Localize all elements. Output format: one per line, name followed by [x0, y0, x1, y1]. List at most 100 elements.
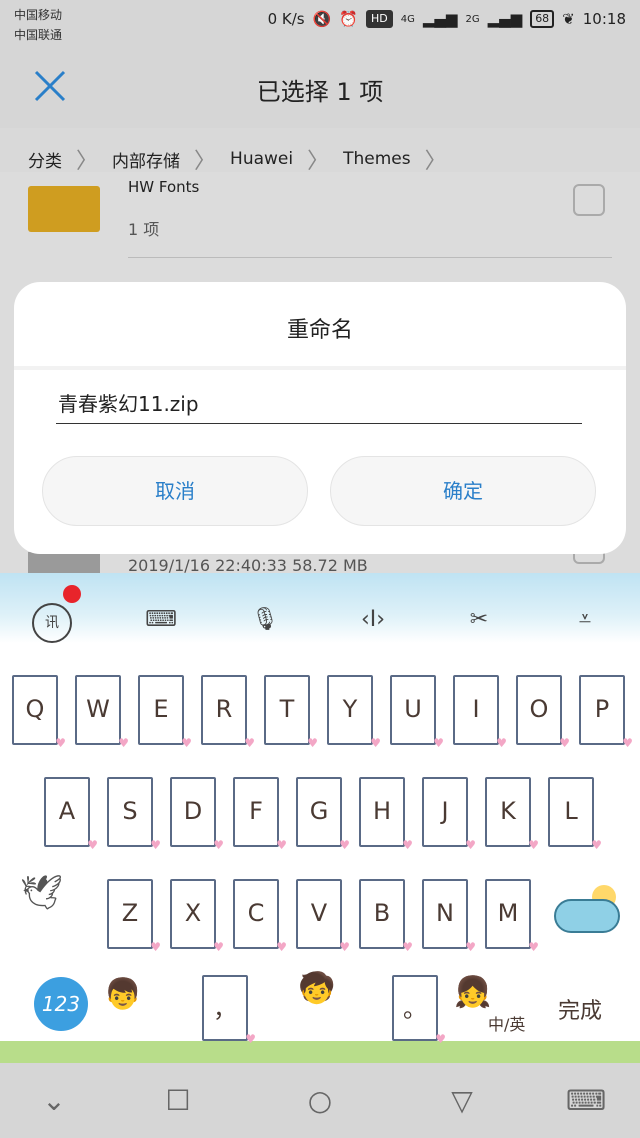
key[interactable]: J ♥ — [422, 777, 476, 851]
breadcrumb-item[interactable]: Themes — [343, 149, 411, 169]
space-kid-icon[interactable]: 🧒 — [298, 971, 335, 1006]
heart-icon: ♥ — [435, 1032, 446, 1046]
key[interactable]: M ♥ — [485, 879, 539, 953]
select-checkbox[interactable] — [573, 184, 605, 216]
keyboard-icon[interactable]: ⌨ — [138, 597, 184, 643]
status-bar: 中国移动 中国联通 0 K/s 🔇 ⏰ HD 4G ▂▄▆ 2G ▂▄▆ 68 … — [0, 0, 640, 48]
key[interactable]: F ♥ — [233, 777, 287, 851]
chevron-right-icon: 〉 — [194, 149, 217, 174]
heart-icon: ♥ — [213, 838, 224, 852]
girl-illustration-icon: 👧 — [454, 975, 492, 1010]
key-label: D — [183, 797, 203, 825]
heart-icon: ♥ — [528, 838, 539, 852]
key[interactable]: C ♥ — [233, 879, 287, 953]
key[interactable]: T ♥ — [264, 675, 318, 749]
key-label: P — [594, 695, 610, 723]
key-label: N — [436, 899, 454, 927]
key[interactable]: X ♥ — [170, 879, 224, 953]
cut-icon[interactable]: ✂ — [456, 597, 502, 643]
kid-illustration-icon: 👦 — [104, 977, 142, 1012]
recent-icon[interactable]: ☐ — [158, 1081, 198, 1121]
key-label: L — [564, 797, 578, 825]
done-key[interactable]: 完成 — [558, 993, 602, 1025]
heart-icon: ♥ — [622, 736, 633, 750]
divider — [14, 366, 626, 370]
key[interactable]: L ♥ — [548, 777, 602, 851]
period-key[interactable]: 。 ♥ — [392, 975, 446, 1045]
number-key[interactable]: 123 — [34, 977, 88, 1031]
clock: 10:18 — [582, 10, 626, 28]
breadcrumb-item[interactable]: Huawei — [230, 149, 293, 169]
heart-icon: ♥ — [402, 940, 413, 954]
key-label: J — [441, 797, 449, 825]
comma-key[interactable]: ， ♥ — [202, 975, 256, 1045]
chevron-right-icon: 〉 — [76, 149, 99, 174]
carrier-1: 中国移动 — [14, 8, 63, 22]
triangle-icon[interactable]: ▽ — [442, 1081, 482, 1121]
key[interactable]: H ♥ — [359, 777, 413, 851]
key[interactable]: S ♥ — [107, 777, 161, 851]
key-label: ， — [213, 995, 237, 1023]
notification-dot — [63, 585, 81, 603]
key[interactable]: N ♥ — [422, 879, 476, 953]
key[interactable]: Q ♥ — [12, 675, 66, 749]
key[interactable]: Z ♥ — [107, 879, 161, 953]
breadcrumb-item[interactable]: 内部存储 — [112, 147, 180, 172]
leaf-icon: ❦ — [562, 10, 575, 28]
key[interactable]: K ♥ — [485, 777, 539, 851]
delete-cloud-icon[interactable] — [554, 899, 620, 933]
breadcrumb-item[interactable]: 分类 — [28, 147, 62, 172]
heart-icon: ♥ — [591, 838, 602, 852]
heart-icon: ♥ — [528, 940, 539, 954]
key[interactable]: O ♥ — [516, 675, 570, 749]
heart-icon: ♥ — [496, 736, 507, 750]
cursor-icon[interactable]: ‹I› — [350, 597, 396, 643]
back-icon[interactable]: ⌄ — [34, 1081, 74, 1121]
key-label: R — [215, 695, 233, 723]
key[interactable]: G ♥ — [296, 777, 350, 851]
xunfei-icon[interactable]: 讯 — [32, 603, 72, 643]
key[interactable]: P ♥ — [579, 675, 633, 749]
key-label: O — [529, 695, 549, 723]
rename-input[interactable] — [56, 382, 582, 424]
key[interactable]: D ♥ — [170, 777, 224, 851]
key[interactable]: B ♥ — [359, 879, 413, 953]
mic-icon[interactable]: 🎙 — [242, 597, 288, 643]
dialog-title: 重命名 — [286, 318, 353, 343]
key[interactable]: U ♥ — [390, 675, 444, 749]
lang-toggle[interactable]: 中/英 — [488, 1011, 525, 1035]
key-label: E — [153, 695, 169, 723]
heart-icon: ♥ — [150, 838, 161, 852]
key-label: A — [58, 797, 76, 825]
heart-icon: ♥ — [276, 940, 287, 954]
key[interactable]: A ♥ — [44, 777, 98, 851]
file-name[interactable]: HW Fonts — [128, 178, 199, 196]
key[interactable]: V ♥ — [296, 879, 350, 953]
key[interactable]: Y ♥ — [327, 675, 381, 749]
key[interactable]: I ♥ — [453, 675, 507, 749]
key[interactable]: R ♥ — [201, 675, 255, 749]
keyboard-icon[interactable]: ⌨ — [566, 1081, 606, 1121]
cancel-button[interactable]: 取消 — [42, 456, 308, 526]
key-label: Q — [25, 695, 45, 723]
heart-icon: ♥ — [307, 736, 318, 750]
heart-icon: ♥ — [245, 1032, 256, 1046]
signal-icon: ▂▄▆ — [422, 10, 458, 28]
rename-dialog: 重命名 取消 确定 — [14, 282, 626, 554]
confirm-button[interactable]: 确定 — [330, 456, 596, 526]
key-label: U — [404, 695, 422, 723]
key[interactable]: W ♥ — [75, 675, 129, 749]
file-meta: 1 项 — [128, 220, 160, 239]
folder-icon — [28, 186, 100, 232]
collapse-icon[interactable]: ⩡ — [562, 597, 608, 643]
key-label: Y — [342, 695, 358, 723]
home-icon[interactable]: ○ — [300, 1081, 340, 1121]
heart-icon: ♥ — [339, 940, 350, 954]
shift-bird-icon[interactable]: 🕊 — [20, 873, 63, 913]
heart-icon: ♥ — [118, 736, 129, 750]
net-speed: 0 K/s — [267, 10, 305, 28]
heart-icon: ♥ — [55, 736, 66, 750]
key-label: K — [500, 797, 516, 825]
heart-icon: ♥ — [213, 940, 224, 954]
key[interactable]: E ♥ — [138, 675, 192, 749]
